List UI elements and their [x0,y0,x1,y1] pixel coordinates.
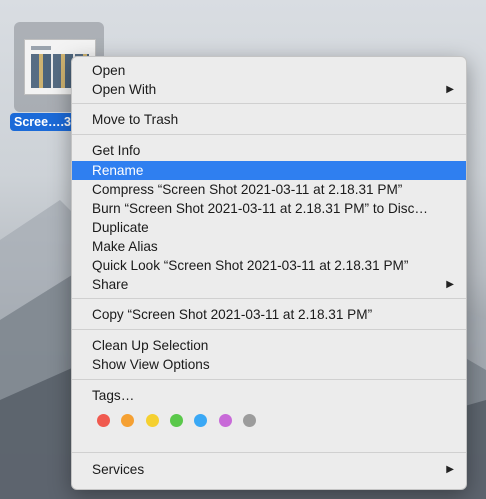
menu-item-open-with[interactable]: Open With ▶ [72,80,466,99]
tag-red-dot[interactable] [97,414,110,427]
menu-separator [72,379,466,380]
tag-gray-dot[interactable] [242,414,256,427]
menu-item-move-to-trash[interactable]: Move to Trash [72,110,466,129]
menu-item-duplicate[interactable]: Duplicate [72,218,466,237]
menu-item-copy[interactable]: Copy “Screen Shot 2021-03-11 at 2.18.31 … [72,305,466,324]
menu-item-label: Burn “Screen Shot 2021-03-11 at 2.18.31 … [92,201,428,216]
tag-green-dot[interactable] [169,414,183,427]
menu-item-burn[interactable]: Burn “Screen Shot 2021-03-11 at 2.18.31 … [72,199,466,218]
menu-item-rename[interactable]: Rename [72,161,466,180]
menu-item-show-view-options[interactable]: Show View Options [72,355,466,374]
menu-item-services[interactable]: Services ▶ [72,460,466,479]
chevron-right-icon: ▶ [446,279,454,290]
menu-item-label: Quick Look “Screen Shot 2021-03-11 at 2.… [92,258,409,273]
menu-item-label: Make Alias [92,239,158,254]
menu-item-label: Move to Trash [92,112,179,127]
tag-purple-dot[interactable] [218,414,232,427]
tag-blue-dot[interactable] [194,414,208,427]
menu-item-label: Duplicate [92,220,149,235]
menu-item-make-alias[interactable]: Make Alias [72,237,466,256]
menu-item-label: Show View Options [92,357,210,372]
menu-item-label: Get Info [92,143,141,158]
menu-separator [72,329,466,330]
menu-item-label: Share [92,277,129,292]
menu-item-label: Copy “Screen Shot 2021-03-11 at 2.18.31 … [92,307,373,322]
menu-separator [72,103,466,104]
menu-item-compress[interactable]: Compress “Screen Shot 2021-03-11 at 2.18… [72,180,466,199]
menu-item-label: Open With [92,82,157,97]
tag-yellow-dot[interactable] [145,414,159,427]
menu-separator [72,134,466,135]
menu-item-tags[interactable]: Tags… [72,386,466,405]
context-menu: Open Open With ▶ Move to Trash Get Info R… [71,56,467,490]
menu-item-share[interactable]: Share ▶ [72,275,466,294]
menu-item-label: Tags… [92,388,135,403]
menu-item-label: Services [92,462,145,477]
menu-separator [72,452,466,453]
tag-orange-dot[interactable] [121,414,135,427]
menu-item-clean-up-selection[interactable]: Clean Up Selection [72,336,466,355]
menu-item-quick-look[interactable]: Quick Look “Screen Shot 2021-03-11 at 2.… [72,256,466,275]
menu-item-label: Compress “Screen Shot 2021-03-11 at 2.18… [92,182,403,197]
menu-item-label: Clean Up Selection [92,338,209,353]
menu-item-label: Open [92,63,126,78]
thumbnail-title-bar [31,46,51,50]
menu-item-label: Rename [92,163,144,178]
chevron-right-icon: ▶ [446,464,454,475]
menu-item-open[interactable]: Open [72,61,466,80]
menu-separator [72,298,466,299]
menu-item-get-info[interactable]: Get Info [72,141,466,160]
chevron-right-icon: ▶ [446,84,454,95]
